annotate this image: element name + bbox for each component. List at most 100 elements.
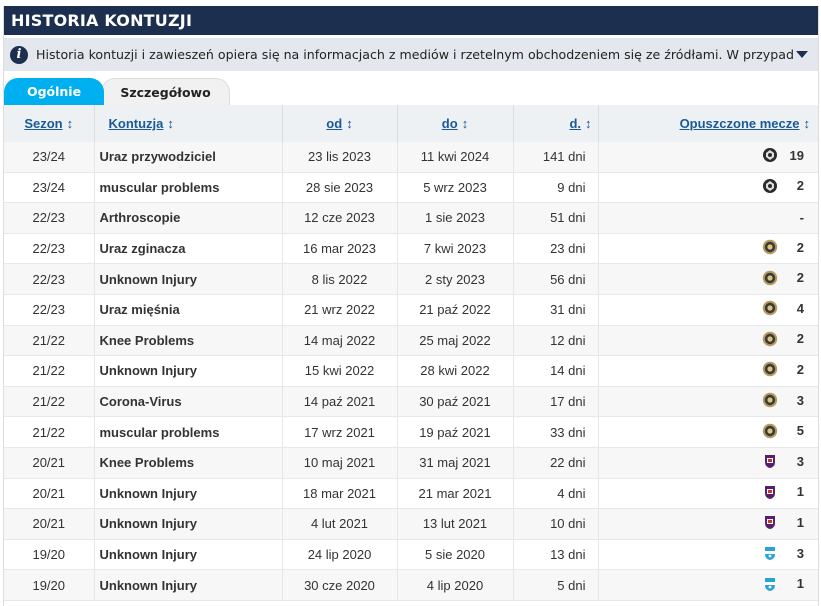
cell-from: 4 lut 2021 <box>282 508 398 540</box>
cell-days: 9 dni <box>513 172 599 204</box>
sort-arrows-icon[interactable]: ↕ <box>67 116 74 131</box>
sort-arrows-icon[interactable]: ↕ <box>585 116 592 131</box>
missed-games-count: 1 <box>796 484 804 500</box>
club-crest-gold-icon[interactable] <box>762 300 778 316</box>
column-label[interactable]: do <box>442 116 458 131</box>
missed-games-count: 3 <box>796 392 804 408</box>
cell-to: 19 paź 2021 <box>397 416 514 448</box>
cell-from: 12 cze 2023 <box>282 202 398 234</box>
table-row: 20/21 Knee Problems 10 maj 2021 31 maj 2021… <box>4 447 818 479</box>
table-header-row: Sezon ↕ Kontuzja ↕ od ↕ do ↕ d. ↕ Opuszczone … <box>4 105 818 142</box>
cell-to: 4 lip 2020 <box>397 569 514 601</box>
tab-general[interactable]: Ogólnie <box>4 78 104 105</box>
club-crest-purple-icon[interactable] <box>762 484 778 500</box>
cell-missed: 1 <box>598 508 818 540</box>
column-label[interactable]: od <box>326 116 342 131</box>
cell-missed: 2 <box>598 263 818 295</box>
missed-games-count: 19 <box>789 147 804 163</box>
tab-detailed[interactable]: Szczegółowo <box>101 78 230 105</box>
table-row: 20/21 Unknown Injury 4 lut 2021 13 lut 2021… <box>4 508 818 540</box>
cell-season: 21/22 <box>4 355 95 387</box>
club-crest-dark-icon[interactable] <box>762 147 778 163</box>
club-crest-gold-icon[interactable] <box>762 331 778 347</box>
sort-arrows-icon[interactable]: ↕ <box>167 116 174 131</box>
info-banner[interactable]: i Historia kontuzji i zawieszeń opiera s… <box>4 38 818 71</box>
cell-from: 30 cze 2020 <box>282 569 398 601</box>
table-row: 21/22 Corona-Virus 14 paź 2021 30 paź 2021 1… <box>4 386 818 418</box>
cell-missed: 3 <box>598 447 818 479</box>
cell-days: 13 dni <box>513 539 599 571</box>
club-crest-gold-icon[interactable] <box>762 361 778 377</box>
cell-missed: 3 <box>598 539 818 571</box>
club-crest-blue-icon[interactable] <box>762 576 778 592</box>
sort-arrows-icon[interactable]: ↕ <box>804 116 811 131</box>
cell-from: 17 wrz 2021 <box>282 416 398 448</box>
cell-season: 19/20 <box>4 569 95 601</box>
column-header-missed[interactable]: Opuszczone mecze ↕ <box>598 105 818 142</box>
cell-days: 10 dni <box>513 508 599 540</box>
cell-from: 10 maj 2021 <box>282 447 398 479</box>
table-row: 21/22 Knee Problems 14 maj 2022 25 maj 2022… <box>4 325 818 357</box>
cell-missed: 19 <box>598 142 818 173</box>
cell-to: 2 sty 2023 <box>397 263 514 295</box>
cell-missed: 2 <box>598 355 818 387</box>
cell-from: 16 mar 2023 <box>282 233 398 265</box>
cell-days: 22 dni <box>513 447 599 479</box>
cell-from: 24 lip 2020 <box>282 539 398 571</box>
club-crest-purple-icon[interactable] <box>762 453 778 469</box>
missed-games-count: 4 <box>796 300 804 316</box>
cell-injury: Unknown Injury <box>94 508 283 540</box>
column-label[interactable]: Sezon <box>24 116 62 131</box>
cell-to: 28 kwi 2022 <box>397 355 514 387</box>
column-header-season[interactable]: Sezon ↕ <box>4 105 95 142</box>
club-crest-gold-icon[interactable] <box>762 239 778 255</box>
column-label[interactable]: Kontuzja <box>109 116 164 131</box>
club-crest-gold-icon[interactable] <box>762 270 778 286</box>
caret-down-icon[interactable] <box>796 51 808 58</box>
cell-missed: 2 <box>598 172 818 204</box>
cell-to: 25 maj 2022 <box>397 325 514 357</box>
club-crest-gold-icon[interactable] <box>762 392 778 408</box>
cell-season: 22/23 <box>4 202 95 234</box>
column-header-to[interactable]: do ↕ <box>397 105 514 142</box>
club-crest-blue-icon[interactable] <box>762 545 778 561</box>
club-crest-dark-icon[interactable] <box>762 178 778 194</box>
club-crest-gold-icon[interactable] <box>762 423 778 439</box>
cell-to: 31 maj 2021 <box>397 447 514 479</box>
cell-missed: - <box>598 202 818 234</box>
injury-table: Sezon ↕ Kontuzja ↕ od ↕ do ↕ d. ↕ Opuszczone … <box>4 105 818 601</box>
column-header-from[interactable]: od ↕ <box>282 105 398 142</box>
cell-days: 14 dni <box>513 355 599 387</box>
cell-to: 1 sie 2023 <box>397 202 514 234</box>
cell-missed: 4 <box>598 294 818 326</box>
cell-days: 31 dni <box>513 294 599 326</box>
sort-arrows-icon[interactable]: ↕ <box>346 116 353 131</box>
cell-from: 28 sie 2023 <box>282 172 398 204</box>
cell-season: 21/22 <box>4 416 95 448</box>
cell-from: 15 kwi 2022 <box>282 355 398 387</box>
column-header-injury[interactable]: Kontuzja ↕ <box>94 105 283 142</box>
column-label[interactable]: d. <box>569 116 581 131</box>
cell-missed: 5 <box>598 416 818 448</box>
sort-arrows-icon[interactable]: ↕ <box>462 116 469 131</box>
cell-missed: 1 <box>598 569 818 601</box>
cell-injury: Unknown Injury <box>94 539 283 571</box>
column-label[interactable]: Opuszczone mecze <box>680 116 800 131</box>
cell-days: 12 dni <box>513 325 599 357</box>
cell-injury: Corona-Virus <box>94 386 283 418</box>
info-text: Historia kontuzji i zawieszeń opiera się… <box>36 47 794 62</box>
table-row: 19/20 Unknown Injury 30 cze 2020 4 lip 2020… <box>4 569 818 601</box>
cell-season: 23/24 <box>4 142 95 173</box>
cell-to: 30 paź 2021 <box>397 386 514 418</box>
cell-season: 22/23 <box>4 233 95 265</box>
cell-to: 13 lut 2021 <box>397 508 514 540</box>
column-header-days[interactable]: d. ↕ <box>513 105 599 142</box>
cell-injury: Unknown Injury <box>94 569 283 601</box>
missed-games-count: 3 <box>796 453 804 469</box>
missed-games-count: 2 <box>796 178 804 194</box>
cell-season: 23/24 <box>4 172 95 204</box>
table-row: 20/21 Unknown Injury 18 mar 2021 21 mar 202… <box>4 478 818 510</box>
club-crest-purple-icon[interactable] <box>762 514 778 530</box>
cell-days: 4 dni <box>513 478 599 510</box>
cell-from: 21 wrz 2022 <box>282 294 398 326</box>
